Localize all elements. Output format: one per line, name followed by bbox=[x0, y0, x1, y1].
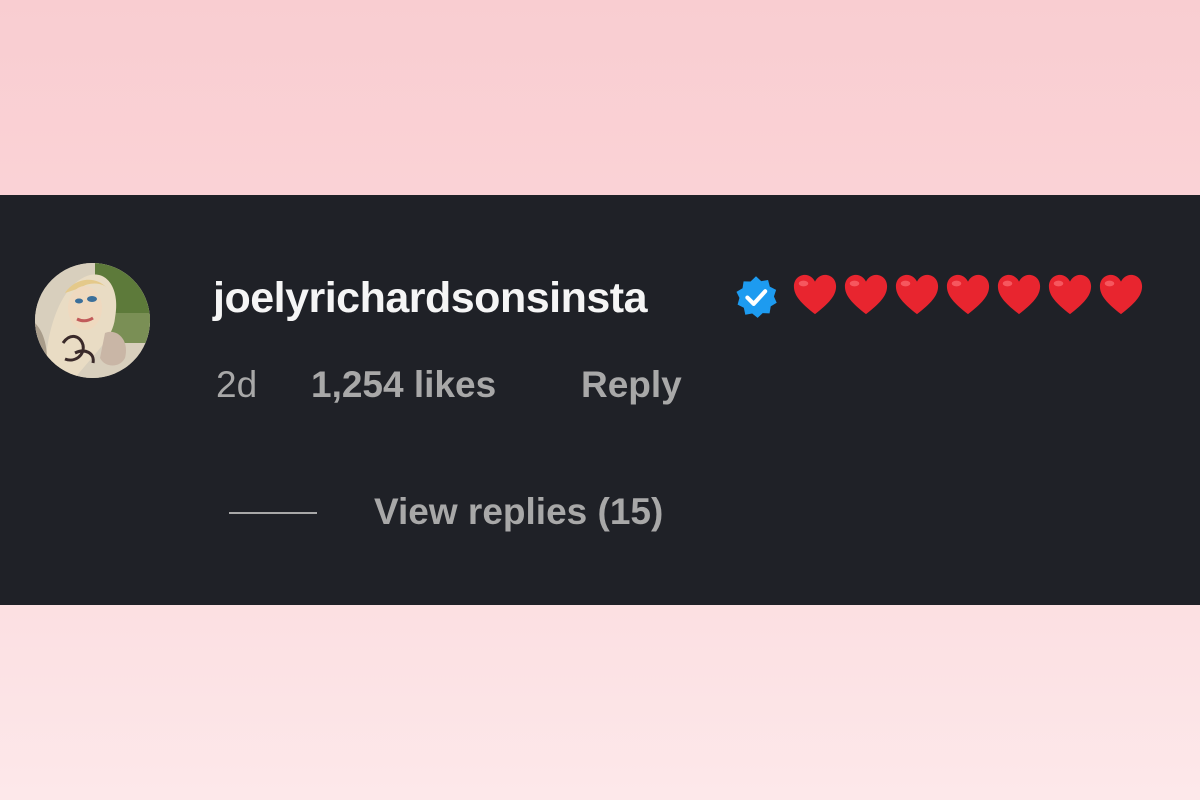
comment-emoji-text bbox=[792, 268, 1144, 324]
replies-divider bbox=[229, 512, 317, 514]
heart-icon bbox=[793, 274, 837, 315]
view-replies-button[interactable]: View replies (15) bbox=[374, 489, 663, 535]
heart-icon bbox=[844, 274, 888, 315]
avatar[interactable] bbox=[35, 263, 150, 378]
verified-badge-icon bbox=[736, 276, 777, 318]
heart-icon bbox=[997, 274, 1041, 315]
heart-icon bbox=[946, 274, 990, 315]
comment-username[interactable]: joelyrichardsonsinsta bbox=[213, 272, 648, 324]
avatar-portrait-icon bbox=[35, 263, 150, 378]
heart-icon bbox=[895, 274, 939, 315]
heart-icon bbox=[1048, 274, 1092, 315]
likes-count-link[interactable]: 1,254 likes bbox=[311, 362, 496, 408]
heart-icon bbox=[1099, 274, 1143, 315]
reply-button[interactable]: Reply bbox=[581, 362, 682, 408]
comment-timestamp: 2d bbox=[216, 364, 258, 405]
